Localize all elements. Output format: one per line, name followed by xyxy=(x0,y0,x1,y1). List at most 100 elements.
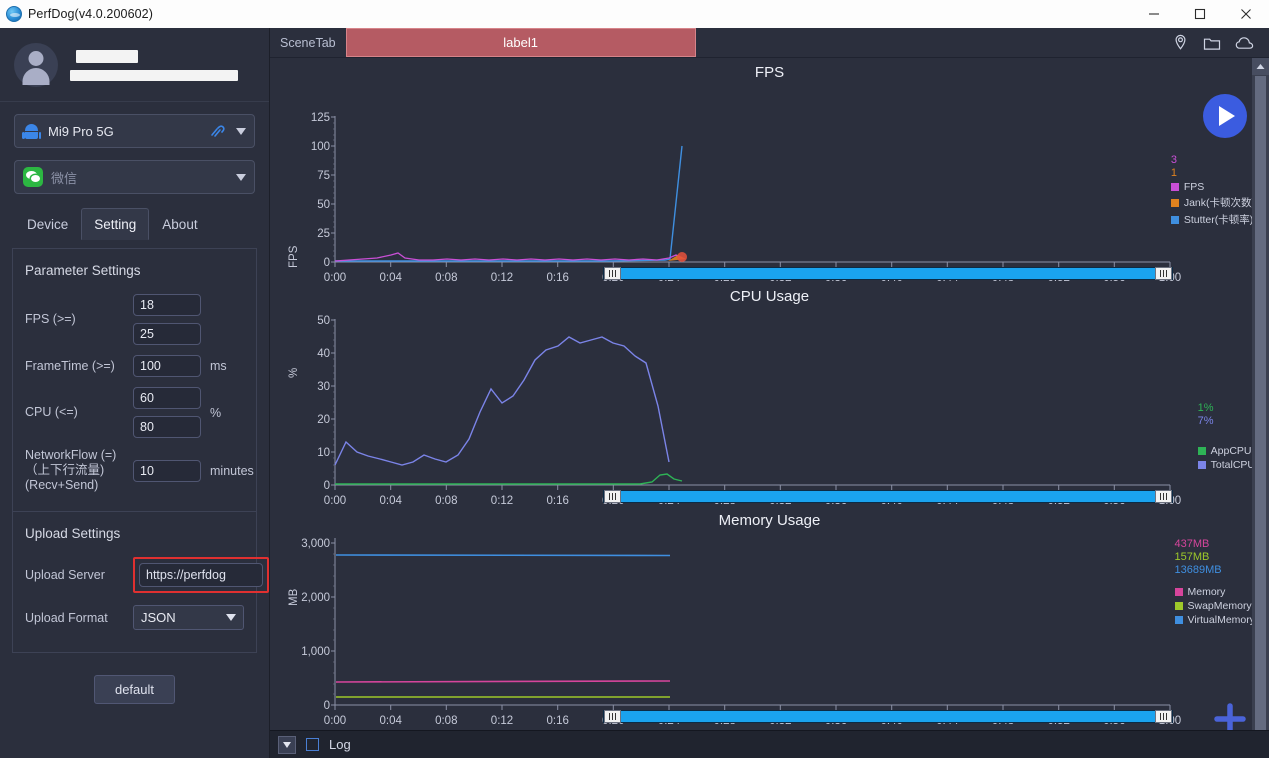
timeline-left-grip[interactable] xyxy=(604,710,621,723)
cloud-icon[interactable] xyxy=(1235,35,1255,51)
svg-text:0:04: 0:04 xyxy=(380,495,403,506)
chart-cpu-plot: 5040 3020 100 0:00 0:04 0:08 0:12 0:16 xyxy=(317,315,1181,506)
user-avatar-icon xyxy=(14,42,58,87)
chart-cpu-legend-entry-totalcpu[interactable]: TotalCPU xyxy=(1197,459,1255,471)
chart-memory-legend-label-0: Memory xyxy=(1187,586,1226,598)
svg-text:0:00: 0:00 xyxy=(324,715,346,727)
minimize-icon[interactable] xyxy=(1131,0,1177,28)
maximize-icon[interactable] xyxy=(1177,0,1223,28)
chart-fps-legend-entry-fps[interactable]: FPS xyxy=(1170,181,1255,193)
link-icon[interactable] xyxy=(209,124,226,139)
log-panel-toggle[interactable] xyxy=(278,735,296,754)
chart-fps-legend-entry-jank[interactable]: Jank(卡顿次数) xyxy=(1170,195,1255,210)
chevron-down-icon[interactable] xyxy=(226,614,236,621)
chart-fps-legend-label-1: Jank(卡顿次数) xyxy=(1183,197,1255,209)
cpu-max-input[interactable] xyxy=(133,416,201,438)
upload-format-row: Upload Format JSON xyxy=(25,605,244,630)
close-icon[interactable] xyxy=(1223,0,1269,28)
tab-about[interactable]: About xyxy=(149,208,210,240)
upload-server-label: Upload Server xyxy=(25,568,105,582)
log-label: Log xyxy=(329,737,351,752)
timeline-right-grip[interactable] xyxy=(1155,490,1172,503)
app-selector[interactable]: 微信 xyxy=(14,160,255,194)
chart-memory-legend-entry-memory[interactable]: Memory xyxy=(1174,586,1256,598)
upload-settings-panel: Upload Settings Upload Server Upload For… xyxy=(12,512,269,653)
chart-memory-legend: 437MB 157MB 13689MB Memory SwapMemory Vi… xyxy=(1174,538,1256,626)
svg-text:50: 50 xyxy=(317,199,330,211)
chart-memory-legend-entry-swapmemory[interactable]: SwapMemory xyxy=(1174,600,1256,612)
fps-min-input[interactable] xyxy=(133,294,201,316)
timeline-left-grip[interactable] xyxy=(604,490,621,503)
cpu-threshold-label: CPU (<=) xyxy=(25,405,78,419)
chart-fps-legend-value-0: 3 xyxy=(1170,154,1177,166)
fps-timeline-slider[interactable] xyxy=(603,267,1173,280)
charts-area: FPS FPS 125 100 75 50 25 0 0:00 0:04 0:0… xyxy=(270,58,1269,758)
chevron-down-icon[interactable] xyxy=(236,173,246,181)
chevron-down-icon[interactable] xyxy=(236,127,246,135)
svg-text:0:12: 0:12 xyxy=(491,495,513,506)
fps-max-input[interactable] xyxy=(133,323,201,345)
svg-text:75: 75 xyxy=(317,170,330,182)
sidebar: Mi9 Pro 5G 微信 Device Setting About Param… xyxy=(0,28,270,758)
fps-threshold-label: FPS (>=) xyxy=(25,312,76,326)
svg-text:2,000: 2,000 xyxy=(301,592,330,604)
networkflow-label-line2: （上下行流量) xyxy=(25,463,105,477)
frametime-threshold-row: FrameTime (>=) ms xyxy=(25,355,244,377)
default-button[interactable]: default xyxy=(93,675,176,704)
cpu-timeline-slider[interactable] xyxy=(603,490,1173,503)
scroll-up-arrow-icon[interactable] xyxy=(1252,58,1269,75)
scrollbar-thumb[interactable] xyxy=(1255,76,1266,740)
chart-memory-legend-value-1: 157MB xyxy=(1174,551,1210,563)
log-checkbox[interactable] xyxy=(306,738,319,751)
chart-cpu: CPU Usage % 50 40 30 20 10 0 0:00 0:04 0… xyxy=(270,282,1269,506)
chart-cpu-legend-entry-appcpu[interactable]: AppCPU xyxy=(1197,445,1255,457)
chart-fps-legend-value-1: 1 xyxy=(1170,167,1177,179)
legend-swatch-icon xyxy=(1197,447,1206,455)
vertical-scrollbar[interactable] xyxy=(1252,58,1269,758)
svg-text:3,000: 3,000 xyxy=(301,538,330,550)
memory-timeline-slider[interactable] xyxy=(603,710,1173,723)
svg-text:0:08: 0:08 xyxy=(435,272,457,282)
location-pin-icon[interactable] xyxy=(1172,34,1189,51)
legend-swatch-icon xyxy=(1174,616,1183,624)
svg-text:20: 20 xyxy=(317,414,330,426)
tab-device[interactable]: Device xyxy=(14,208,81,240)
cpu-min-input[interactable] xyxy=(133,387,201,409)
play-icon xyxy=(1219,106,1235,126)
chart-memory: Memory Usage MB 3,000 2,000 1,000 0 0:00… xyxy=(270,506,1269,730)
upload-settings-title: Upload Settings xyxy=(25,526,121,541)
window-titlebar: PerfDog(v4.0.200602) xyxy=(0,0,1269,28)
svg-text:1,000: 1,000 xyxy=(301,646,330,658)
timeline-right-grip[interactable] xyxy=(1155,267,1172,280)
svg-text:30: 30 xyxy=(317,381,330,393)
svg-text:10: 10 xyxy=(317,447,330,459)
chevron-down-icon xyxy=(283,741,291,748)
scene-tag-label1[interactable]: label1 xyxy=(345,28,696,57)
frametime-input[interactable] xyxy=(133,355,201,377)
timeline-left-grip[interactable] xyxy=(604,267,621,280)
timeline-right-grip[interactable] xyxy=(1155,710,1172,723)
window-title: PerfDog(v4.0.200602) xyxy=(28,7,153,21)
scene-tab-label: SceneTab xyxy=(280,35,336,50)
chart-cpu-legend-label-0: AppCPU xyxy=(1210,445,1252,457)
chart-fps-legend-entry-stutter[interactable]: Stutter(卡顿率) xyxy=(1170,212,1255,227)
upload-server-input[interactable] xyxy=(139,563,263,587)
device-selector[interactable]: Mi9 Pro 5G xyxy=(14,114,255,148)
chart-memory-legend-label-2: VirtualMemory xyxy=(1187,614,1256,626)
svg-text:50: 50 xyxy=(317,315,330,327)
legend-swatch-icon xyxy=(1174,588,1183,596)
start-recording-button[interactable] xyxy=(1203,94,1247,138)
upload-server-highlight xyxy=(133,557,269,593)
svg-text:0:00: 0:00 xyxy=(324,495,346,506)
svg-text:0:12: 0:12 xyxy=(491,272,513,282)
svg-text:0:16: 0:16 xyxy=(547,495,569,506)
chart-memory-legend-entry-virtualmemory[interactable]: VirtualMemory xyxy=(1174,614,1256,626)
svg-text:0:00: 0:00 xyxy=(324,272,346,282)
upload-format-select[interactable]: JSON xyxy=(133,605,244,630)
chart-memory-legend-value-0: 437MB xyxy=(1174,538,1210,550)
folder-icon[interactable] xyxy=(1203,35,1221,51)
svg-text:25: 25 xyxy=(317,228,330,240)
networkflow-input[interactable] xyxy=(133,459,201,482)
svg-text:0:08: 0:08 xyxy=(435,495,457,506)
tab-setting[interactable]: Setting xyxy=(81,208,150,240)
